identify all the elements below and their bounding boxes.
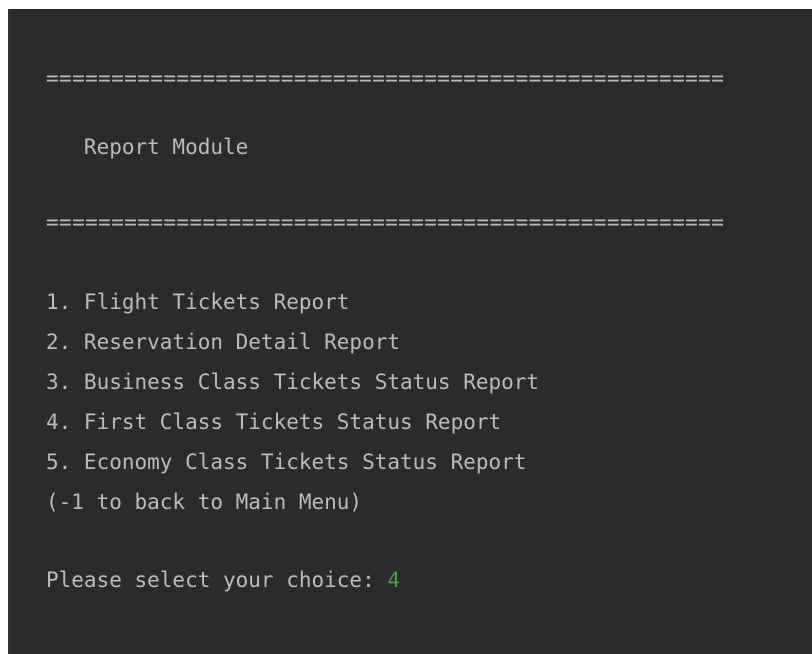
module-title: Report Module (46, 135, 249, 159)
menu-item-business-class: 3. Business Class Tickets Status Report (46, 370, 540, 394)
choice-prompt: Please select your choice: (46, 568, 388, 592)
run-console[interactable]: ========================================… (8, 9, 812, 654)
menu-item-reservation-detail: 2. Reservation Detail Report (46, 330, 401, 354)
menu-item-economy-class: 5. Economy Class Tickets Status Report (46, 450, 527, 474)
window-frame: ========================================… (0, 0, 812, 654)
choice-prompt-line[interactable]: Please select your choice: 4 (46, 567, 400, 593)
console-gutter (8, 9, 11, 654)
separator-top: ========================================… (46, 66, 725, 90)
menu-item-flight-tickets: 1. Flight Tickets Report (46, 290, 350, 314)
back-hint: (-1 to back to Main Menu) (46, 490, 363, 514)
choice-input-value[interactable]: 4 (387, 568, 400, 592)
separator-bottom: ========================================… (46, 210, 725, 234)
menu-item-first-class: 4. First Class Tickets Status Report (46, 410, 502, 434)
